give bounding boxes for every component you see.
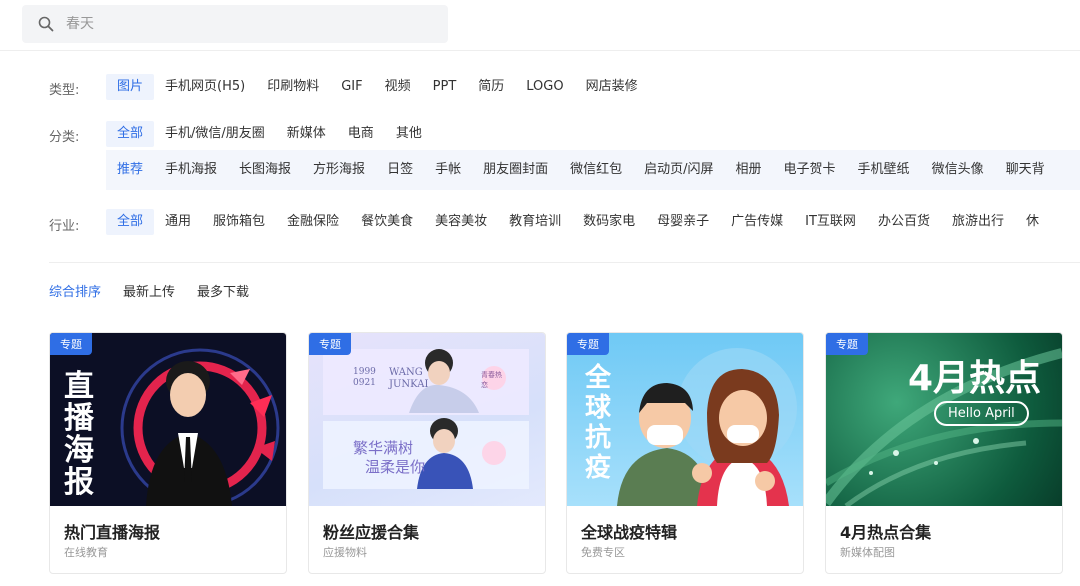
sort-comprehensive[interactable]: 综合排序 — [49, 281, 101, 300]
subcategory-option[interactable]: 启动页/闪屏 — [633, 157, 724, 183]
filter-label-type: 类型: — [49, 83, 80, 98]
template-card[interactable]: 4月热点 Hello April 专题 4月热点合集 新媒体配图 — [825, 332, 1063, 574]
card-art-text: 繁华满树 温柔是你 — [353, 439, 426, 476]
card-subtitle: 新媒体配图 — [840, 546, 895, 559]
card-art-text: 直播海报 — [64, 369, 94, 500]
type-option-gif[interactable]: GIF — [330, 74, 373, 100]
industry-option[interactable]: 美容美妆 — [424, 209, 498, 235]
search-icon — [38, 16, 54, 32]
card-art-text: 1999 0921 — [353, 367, 376, 388]
template-card[interactable]: 全球抗疫 专题 全球战疫特辑 免费专区 — [566, 332, 804, 574]
card-thumbnail: 4月热点 Hello April — [826, 333, 1062, 506]
card-art-text: 全球抗疫 — [585, 363, 612, 483]
category-option-other[interactable]: 其他 — [385, 121, 433, 147]
subcategory-option[interactable]: 微信头像 — [921, 157, 995, 183]
industry-option[interactable]: 金融保险 — [276, 209, 350, 235]
industry-option[interactable]: 餐饮美食 — [350, 209, 424, 235]
industry-option[interactable]: 广告传媒 — [720, 209, 794, 235]
filter-label-industry: 行业: — [49, 219, 80, 234]
sort-latest[interactable]: 最新上传 — [123, 281, 175, 300]
industry-option[interactable]: 教育培训 — [498, 209, 572, 235]
industry-option[interactable]: 办公百货 — [867, 209, 941, 235]
card-title: 热门直播海报 — [64, 523, 161, 542]
subcategory-option[interactable]: 长图海报 — [228, 157, 302, 183]
subcategory-option[interactable]: 相册 — [725, 157, 773, 183]
card-thumbnail: 1999 0921 WANG JUNKAI 繁华满树 温柔是你 青春热恋 — [309, 333, 545, 506]
card-art-text: WANG JUNKAI — [389, 367, 429, 390]
subcategory-option[interactable]: 微信红包 — [559, 157, 633, 183]
topic-badge: 专题 — [567, 333, 609, 355]
industry-option[interactable]: 通用 — [154, 209, 202, 235]
sort-most-downloads[interactable]: 最多下载 — [197, 281, 249, 300]
subcategory-option[interactable]: 电子贺卡 — [773, 157, 847, 183]
card-subtitle: 在线教育 — [64, 546, 108, 559]
category-option-all[interactable]: 全部 — [106, 121, 155, 147]
industry-option[interactable]: 母婴亲子 — [646, 209, 720, 235]
subcategory-option-recommend[interactable]: 推荐 — [106, 157, 154, 183]
category-option-mobile[interactable]: 手机/微信/朋友圈 — [154, 121, 276, 147]
template-card[interactable]: 直播海报 专题 热门直播海报 在线教育 — [49, 332, 287, 574]
industry-option[interactable]: IT互联网 — [794, 209, 867, 235]
card-title: 粉丝应援合集 — [323, 523, 420, 542]
subcategory-option[interactable]: 手帐 — [424, 157, 472, 183]
card-art-text: 青春热恋 — [481, 371, 502, 389]
topic-badge: 专题 — [826, 333, 868, 355]
card-thumbnail: 全球抗疫 — [567, 333, 803, 506]
category-option-newmedia[interactable]: 新媒体 — [276, 121, 337, 147]
industry-option[interactable]: 休 — [1015, 209, 1050, 235]
category-option-ecommerce[interactable]: 电商 — [337, 121, 385, 147]
type-option-image[interactable]: 图片 — [106, 74, 155, 100]
filter-label-category: 分类: — [49, 130, 80, 145]
industry-option[interactable]: 数码家电 — [572, 209, 646, 235]
template-card[interactable]: 1999 0921 WANG JUNKAI 繁华满树 温柔是你 青春热恋 专题 粉丝应… — [308, 332, 546, 574]
card-thumbnail: 直播海报 — [50, 333, 286, 506]
card-artwork — [323, 349, 529, 489]
type-option-ppt[interactable]: PPT — [422, 74, 468, 100]
industry-option[interactable]: 服饰箱包 — [202, 209, 276, 235]
sort-tabs: 综合排序 最新上传 最多下载 — [49, 281, 271, 300]
industry-option[interactable]: 旅游出行 — [941, 209, 1015, 235]
card-art-text: Hello April — [934, 401, 1029, 426]
card-title: 4月热点合集 — [840, 523, 932, 542]
card-art-text: 4月热点 — [908, 358, 1042, 399]
card-subtitle: 应援物料 — [323, 546, 367, 559]
subcategory-option[interactable]: 方形海报 — [302, 157, 376, 183]
search-input[interactable] — [66, 16, 366, 32]
divider — [0, 50, 1080, 51]
subcategory-option[interactable]: 朋友圈封面 — [472, 157, 559, 183]
search-bar[interactable] — [22, 5, 448, 43]
topic-badge: 专题 — [50, 333, 92, 355]
subcategory-option[interactable]: 手机壁纸 — [847, 157, 921, 183]
type-option-h5[interactable]: 手机网页(H5) — [154, 74, 256, 100]
subcategory-option[interactable]: 日签 — [376, 157, 424, 183]
type-option-shop[interactable]: 网店装修 — [575, 74, 649, 100]
type-option-logo[interactable]: LOGO — [515, 74, 574, 100]
subcategory-option[interactable]: 手机海报 — [154, 157, 228, 183]
subcategory-option[interactable]: 聊天背 — [995, 157, 1056, 183]
subcategory-row: 推荐 手机海报 长图海报 方形海报 日签 手帐 朋友圈封面 微信红包 启动页/闪… — [106, 150, 1080, 190]
topic-badge: 专题 — [309, 333, 351, 355]
type-option-video[interactable]: 视频 — [374, 74, 422, 100]
type-option-resume[interactable]: 简历 — [467, 74, 515, 100]
type-option-print[interactable]: 印刷物料 — [256, 74, 330, 100]
divider — [49, 262, 1080, 263]
industry-option-all[interactable]: 全部 — [106, 209, 155, 235]
card-title: 全球战疫特辑 — [581, 523, 678, 542]
card-subtitle: 免费专区 — [581, 546, 625, 559]
